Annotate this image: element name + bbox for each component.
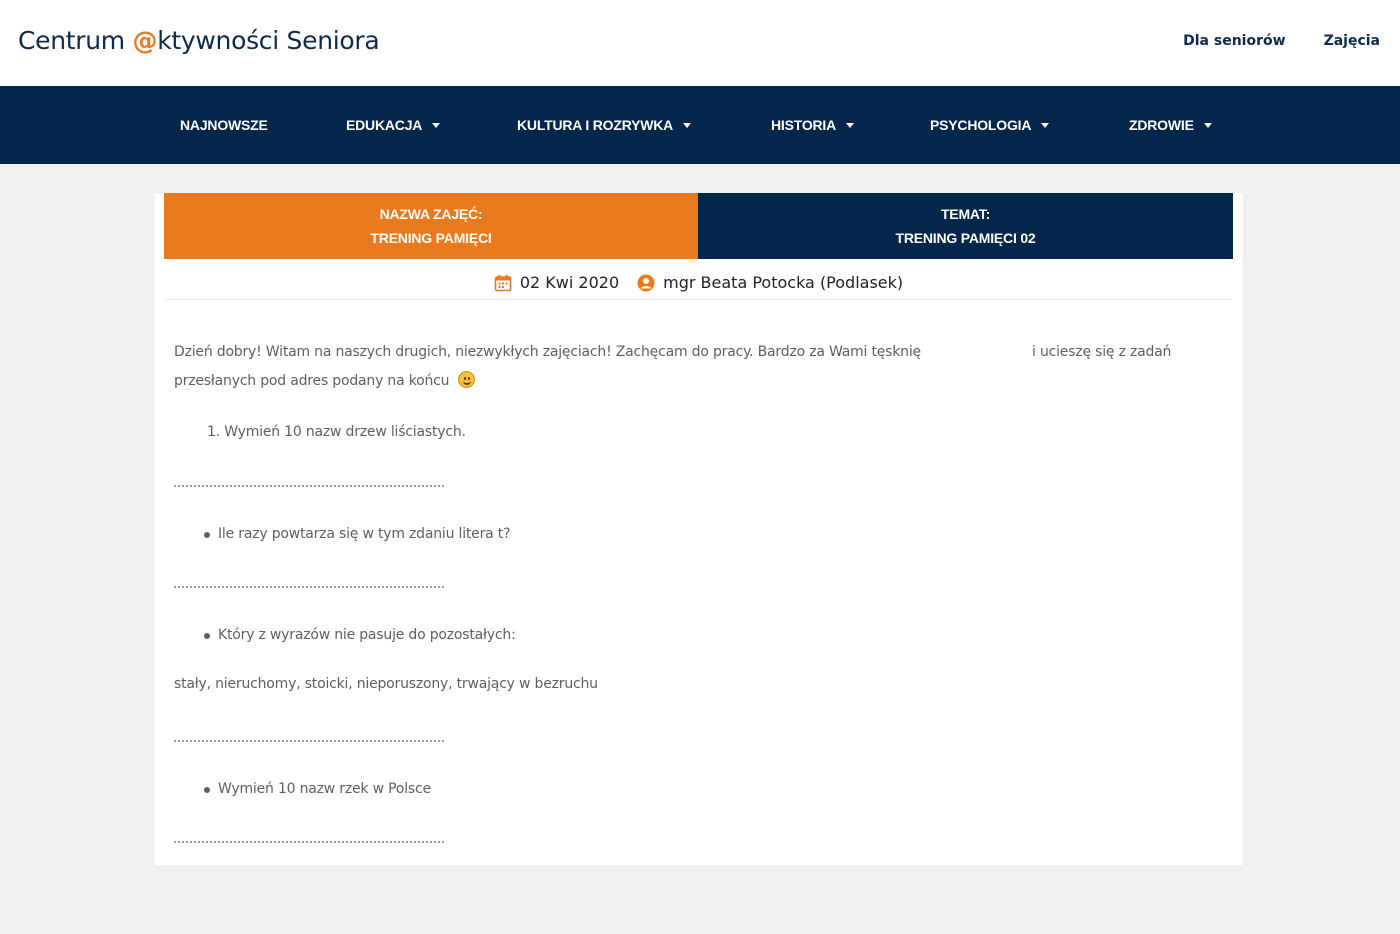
post-author[interactable]: mgr Beata Potocka (Podlasek): [663, 273, 903, 292]
bullet-icon: [204, 532, 210, 538]
chevron-down-icon: [846, 122, 855, 128]
chevron-down-icon: [432, 122, 441, 128]
intro-text-line1: Dzień dobry! Witam na naszych drugich, n…: [174, 344, 921, 360]
nav-item-psychologia[interactable]: PSYCHOLOGIA: [930, 86, 1050, 164]
link-zajecia[interactable]: Zajęcia: [1324, 33, 1380, 49]
answer-line: [174, 485, 444, 487]
intro-text-line1-end: i ucieszę się z zadań: [1032, 344, 1171, 360]
course-name-title: NAZWA ZAJĘĆ:: [379, 206, 483, 222]
link-dla-seniorow[interactable]: Dla seniorów: [1183, 33, 1285, 49]
site-header: Centrum @ktywności Seniora Dla seniorów …: [0, 0, 1400, 86]
task-1: 1. Wymień 10 nazw drzew liściastych.: [207, 424, 466, 440]
chevron-down-icon: [683, 122, 692, 128]
nav-item-historia[interactable]: HISTORIA: [771, 86, 855, 164]
topic-banner: TEMAT: TRENING PAMIĘCI 02: [698, 193, 1233, 259]
site-logo[interactable]: Centrum @ktywności Seniora: [18, 26, 380, 55]
bullet-icon: [204, 787, 210, 793]
nav-label: KULTURA I ROZRYWKA: [517, 117, 674, 133]
nav-label: PSYCHOLOGIA: [930, 117, 1032, 133]
task-3: Który z wyrazów nie pasuje do pozostałyc…: [218, 627, 516, 643]
nav-label: HISTORIA: [771, 117, 837, 133]
intro-text-b: i ucieszę się z zadań: [1032, 344, 1172, 360]
nav-item-kultura[interactable]: KULTURA I ROZRYWKA: [517, 86, 692, 164]
answer-line: [174, 841, 444, 843]
post-date: 02 Kwi 2020: [519, 273, 620, 292]
post-meta: 02 Kwi 2020 mgr Beata Potocka (Podlasek): [164, 266, 1233, 300]
answer-line: [174, 740, 444, 742]
calendar-icon: [494, 274, 512, 292]
topic-value: TRENING PAMIĘCI 02: [895, 230, 1036, 246]
chevron-down-icon: [1041, 122, 1050, 128]
nav-item-najnowsze[interactable]: NAJNOWSZE: [180, 86, 268, 164]
user-icon: [637, 274, 655, 292]
chevron-down-icon: [1203, 122, 1212, 128]
smile-emoji-icon: [457, 371, 475, 388]
course-name-value: TRENING PAMIĘCI: [370, 230, 492, 246]
task-4: Wymień 10 nazw rzek w Polsce: [218, 781, 431, 797]
intro-text-a: Dzień dobry! Witam na naszych drugich, n…: [174, 344, 921, 360]
nav-item-edukacja[interactable]: EDUKACJA: [346, 86, 441, 164]
bullet-icon: [204, 633, 210, 639]
topic-title: TEMAT:: [940, 206, 991, 222]
top-links: Dla seniorów Zajęcia: [1183, 33, 1380, 49]
logo-prefix: Centrum: [18, 26, 133, 55]
answer-line: [174, 586, 444, 588]
main-nav: NAJNOWSZE EDUKACJA KULTURA I ROZRYWKA HI…: [0, 86, 1400, 164]
nav-label: ZDROWIE: [1129, 117, 1194, 133]
task-3-words: stały, nieruchomy, stoicki, nieporuszony…: [174, 676, 598, 692]
logo-at: @: [132, 26, 158, 55]
task-2: Ile razy powtarza się w tym zdaniu liter…: [218, 526, 511, 542]
nav-label: EDUKACJA: [346, 117, 423, 133]
intro-text-c: przesłanych pod adres podany na końcu: [174, 373, 450, 389]
logo-suffix: ktywności Seniora: [157, 26, 380, 55]
course-name-banner: NAZWA ZAJĘĆ: TRENING PAMIĘCI: [164, 193, 698, 259]
intro-text-line2: przesłanych pod adres podany na końcu: [174, 371, 475, 389]
nav-item-zdrowie[interactable]: ZDROWIE: [1129, 86, 1212, 164]
nav-label: NAJNOWSZE: [180, 117, 268, 133]
